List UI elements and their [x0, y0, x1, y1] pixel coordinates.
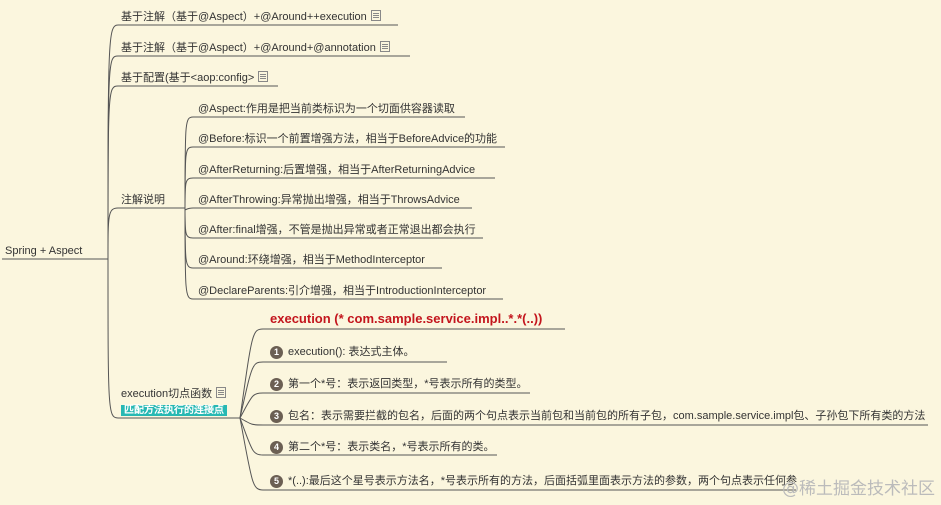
root-label: Spring + Aspect — [5, 245, 83, 257]
execution-tag-label: 匹配方法执行的连接点 — [121, 405, 227, 416]
branch-label: execution切点函数 — [121, 388, 213, 400]
root-node[interactable]: Spring + Aspect — [5, 244, 82, 258]
annotation-item-label: @Aspect:作用是把当前类标识为一个切面供容器读取 — [198, 103, 455, 115]
execution-item-label: execution(): 表达式主体。 — [288, 346, 415, 358]
execution-tag: 匹配方法执行的连接点 — [121, 403, 227, 417]
execution-item[interactable]: 5 *(..):最后这个星号表示方法名，*号表示所有的方法，后面括弧里面表示方法的… — [270, 474, 797, 488]
watermark: @稀土掘金技术社区 — [782, 479, 935, 499]
branch-annotation-notes[interactable]: 注解说明 — [121, 193, 165, 207]
execution-item-label: 包名：表示需要拦截的包名，后面的两个句点表示当前包和当前包的所有子包，com.s… — [288, 410, 926, 422]
execution-item[interactable]: 2 第一个*号：表示返回类型，*号表示所有的类型。 — [270, 377, 528, 391]
annotation-item-label: @Around:环绕增强，相当于MethodInterceptor — [198, 254, 425, 266]
annotation-item[interactable]: @Aspect:作用是把当前类标识为一个切面供容器读取 — [198, 102, 455, 116]
branch-annotation-annotation[interactable]: 基于注解（基于@Aspect）+@Around+@annotation — [121, 41, 390, 55]
branch-config[interactable]: 基于配置(基于<aop:config> — [121, 71, 269, 85]
annotation-item-label: @After:final增强，不管是抛出异常或者正常退出都会执行 — [198, 224, 476, 236]
annotation-item[interactable]: @Around:环绕增强，相当于MethodInterceptor — [198, 253, 425, 267]
number-4-icon: 4 — [270, 441, 283, 454]
note-icon[interactable] — [370, 10, 381, 21]
execution-item[interactable]: 4 第二个*号：表示类名，*号表示所有的类。 — [270, 440, 495, 454]
execution-title-label: execution (* com.sample.service.impl..*.… — [270, 311, 543, 326]
execution-item-label: 第二个*号：表示类名，*号表示所有的类。 — [288, 441, 495, 453]
execution-item[interactable]: 1 execution(): 表达式主体。 — [270, 345, 415, 359]
annotation-item[interactable]: @AfterThrowing:异常抛出增强，相当于ThrowsAdvice — [198, 193, 460, 207]
branch-label: 注解说明 — [121, 194, 165, 206]
annotation-item-label: @AfterReturning:后置增强，相当于AfterReturningAd… — [198, 164, 476, 176]
number-1-icon: 1 — [270, 346, 283, 359]
branch-label: 基于注解（基于@Aspect）+@Around+@annotation — [121, 42, 376, 54]
execution-item-label: *(..):最后这个星号表示方法名，*号表示所有的方法，后面括弧里面表示方法的参… — [288, 475, 798, 487]
annotation-item[interactable]: @AfterReturning:后置增强，相当于AfterReturningAd… — [198, 163, 475, 177]
number-2-icon: 2 — [270, 378, 283, 391]
annotation-item[interactable]: @Before:标识一个前置增强方法，相当于BeforeAdvice的功能 — [198, 132, 497, 146]
note-icon[interactable] — [216, 387, 227, 398]
execution-item-label: 第一个*号：表示返回类型，*号表示所有的类型。 — [288, 378, 528, 390]
branch-label: 基于配置(基于<aop:config> — [121, 72, 255, 84]
branch-label: 基于注解（基于@Aspect）+@Around++execution — [121, 11, 367, 23]
annotation-item[interactable]: @DeclareParents:引介增强，相当于IntroductionInte… — [198, 284, 486, 298]
number-3-icon: 3 — [270, 410, 283, 423]
annotation-item[interactable]: @After:final增强，不管是抛出异常或者正常退出都会执行 — [198, 223, 476, 237]
branch-execution[interactable]: execution切点函数 — [121, 387, 227, 401]
note-icon[interactable] — [379, 41, 390, 52]
annotation-item-label: @DeclareParents:引介增强，相当于IntroductionInte… — [198, 285, 487, 297]
execution-title[interactable]: execution (* com.sample.service.impl..*.… — [270, 312, 542, 327]
branch-annotation-execution[interactable]: 基于注解（基于@Aspect）+@Around++execution — [121, 10, 381, 24]
execution-item[interactable]: 3 包名：表示需要拦截的包名，后面的两个句点表示当前包和当前包的所有子包，com.… — [270, 409, 925, 423]
annotation-item-label: @Before:标识一个前置增强方法，相当于BeforeAdvice的功能 — [198, 133, 498, 145]
annotation-item-label: @AfterThrowing:异常抛出增强，相当于ThrowsAdvice — [198, 194, 460, 206]
note-icon[interactable] — [258, 71, 269, 82]
number-5-icon: 5 — [270, 475, 283, 488]
